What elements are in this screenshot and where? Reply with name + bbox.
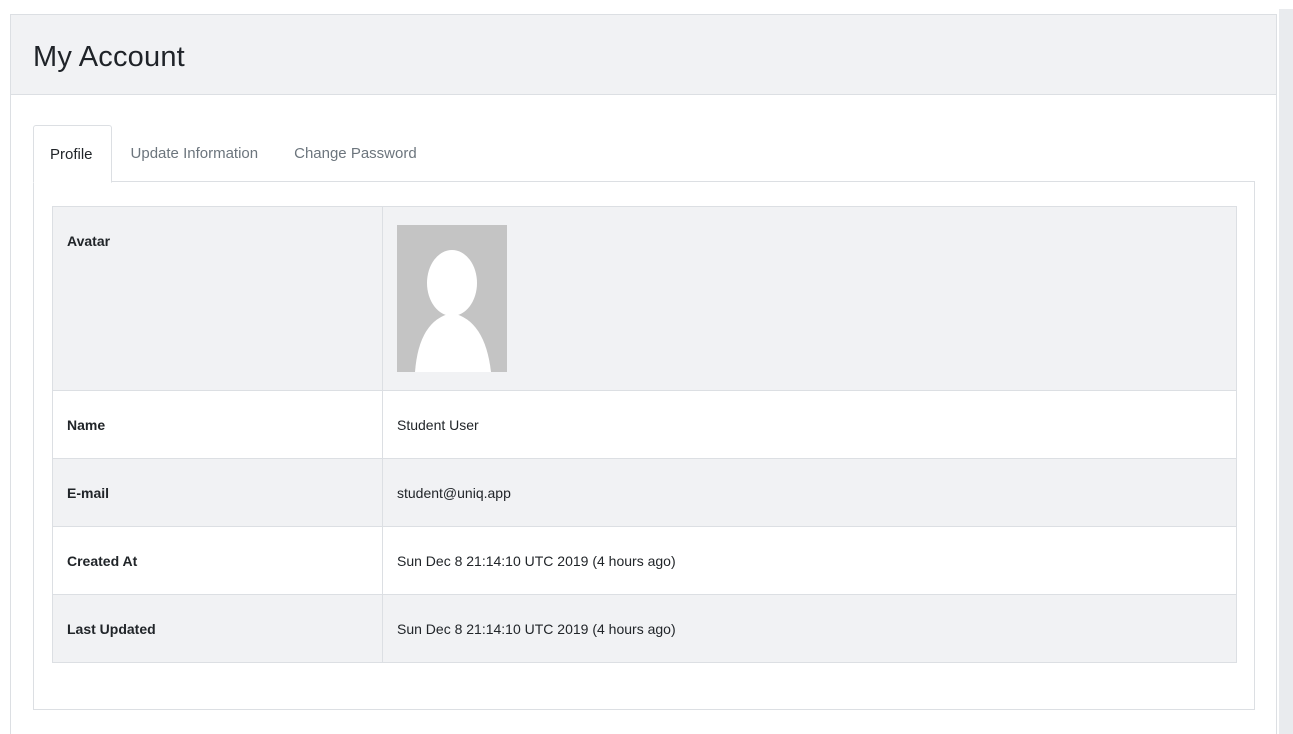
avatar-cell bbox=[382, 206, 1237, 391]
table-row-email: E-mail student@uniq.app bbox=[52, 458, 1237, 527]
created-at-value: Sun Dec 8 21:14:10 UTC 2019 (4 hours ago… bbox=[382, 526, 1237, 595]
name-value: Student User bbox=[382, 390, 1237, 459]
tabs-area: Profile Update Information Change Passwo… bbox=[33, 125, 1255, 710]
name-label: Name bbox=[52, 390, 383, 459]
tab-bar: Profile Update Information Change Passwo… bbox=[33, 125, 1255, 183]
profile-table: Avatar Name Student User E-mail student@… bbox=[52, 206, 1237, 663]
card-header: My Account bbox=[11, 15, 1276, 95]
table-row-name: Name Student User bbox=[52, 390, 1237, 459]
last-updated-label: Last Updated bbox=[52, 594, 383, 663]
last-updated-value: Sun Dec 8 21:14:10 UTC 2019 (4 hours ago… bbox=[382, 594, 1237, 663]
tab-change-password[interactable]: Change Password bbox=[277, 125, 434, 182]
page-title: My Account bbox=[33, 41, 185, 73]
avatar-label: Avatar bbox=[52, 206, 383, 391]
table-row-last-updated: Last Updated Sun Dec 8 21:14:10 UTC 2019… bbox=[52, 594, 1237, 663]
tab-profile[interactable]: Profile bbox=[33, 125, 112, 183]
table-row-created-at: Created At Sun Dec 8 21:14:10 UTC 2019 (… bbox=[52, 526, 1237, 595]
scrollbar-track[interactable] bbox=[1279, 9, 1293, 734]
email-value: student@uniq.app bbox=[382, 458, 1237, 527]
tab-update-information[interactable]: Update Information bbox=[114, 125, 276, 182]
table-row-avatar: Avatar bbox=[52, 206, 1237, 391]
email-label: E-mail bbox=[52, 458, 383, 527]
page: My Account Profile Update Information Ch… bbox=[0, 0, 1293, 734]
user-silhouette-icon bbox=[415, 250, 491, 372]
avatar bbox=[397, 225, 507, 372]
account-card: My Account Profile Update Information Ch… bbox=[10, 14, 1277, 734]
profile-tab-pane: Avatar Name Student User E-mail student@… bbox=[33, 182, 1255, 710]
created-at-label: Created At bbox=[52, 526, 383, 595]
top-strip bbox=[0, 0, 1293, 9]
